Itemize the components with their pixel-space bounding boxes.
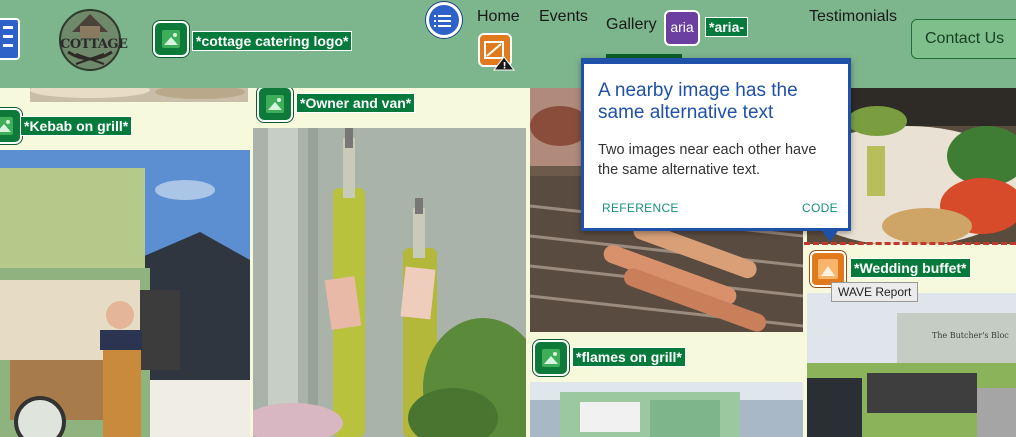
nav-home[interactable]: Home — [477, 8, 520, 26]
popup-body: Two images near each other have the same… — [598, 142, 817, 178]
code-link[interactable]: CODE — [802, 201, 838, 215]
popup-title: A nearby image has the same alternative … — [598, 80, 798, 123]
butchers-van-photo[interactable]: The Butcher's Bloc — [807, 293, 1016, 437]
image-alt-icon[interactable] — [533, 340, 569, 376]
contact-us-button[interactable]: Contact Us — [911, 19, 1016, 59]
aria-icon[interactable]: aria — [664, 10, 700, 46]
nav-gallery[interactable]: Gallery — [606, 16, 657, 34]
nav-events[interactable]: Events — [539, 8, 588, 26]
flagged-image-highlight — [804, 242, 1016, 245]
logo-text: COTTAGE — [60, 37, 128, 52]
kebab-alt-label: *Kebab on grill* — [20, 116, 133, 136]
wave-structure-icon[interactable] — [426, 2, 462, 38]
wave-report-tooltip: WAVE Report — [831, 282, 919, 302]
flames-alt-label: *flames on grill* — [572, 347, 686, 367]
logo-alt-label: *cottage catering logo* — [192, 31, 353, 51]
wave-list-icon[interactable] — [0, 18, 20, 60]
flames-grill-photo[interactable] — [530, 382, 803, 437]
aria-label: *aria- — [705, 17, 749, 37]
image-alt-icon[interactable] — [153, 21, 189, 57]
image-alt-icon[interactable] — [0, 108, 22, 144]
reference-link[interactable]: REFERENCE — [602, 201, 679, 215]
site-header: COTTAGE *cottage catering logo* Home ! E… — [0, 0, 1016, 88]
alert-icon[interactable]: ! — [478, 33, 516, 71]
wedding-alt-label: *Wedding buffet* — [850, 258, 971, 278]
svg-text:The Butcher's Bloc: The Butcher's Bloc — [932, 331, 1009, 340]
owner-van-photo[interactable] — [253, 128, 526, 437]
owner-van-alt-label: *Owner and van* — [296, 93, 416, 113]
nav-testimonials[interactable]: Testimonials — [809, 8, 897, 26]
popup-pointer — [820, 228, 840, 242]
image-alt-icon[interactable] — [257, 86, 293, 122]
svg-text:!: ! — [503, 62, 507, 72]
kebab-van-photo[interactable] — [0, 150, 250, 437]
wave-alert-popup: A nearby image has the same alternative … — [581, 58, 851, 231]
top-left-photo-strip — [30, 86, 248, 102]
